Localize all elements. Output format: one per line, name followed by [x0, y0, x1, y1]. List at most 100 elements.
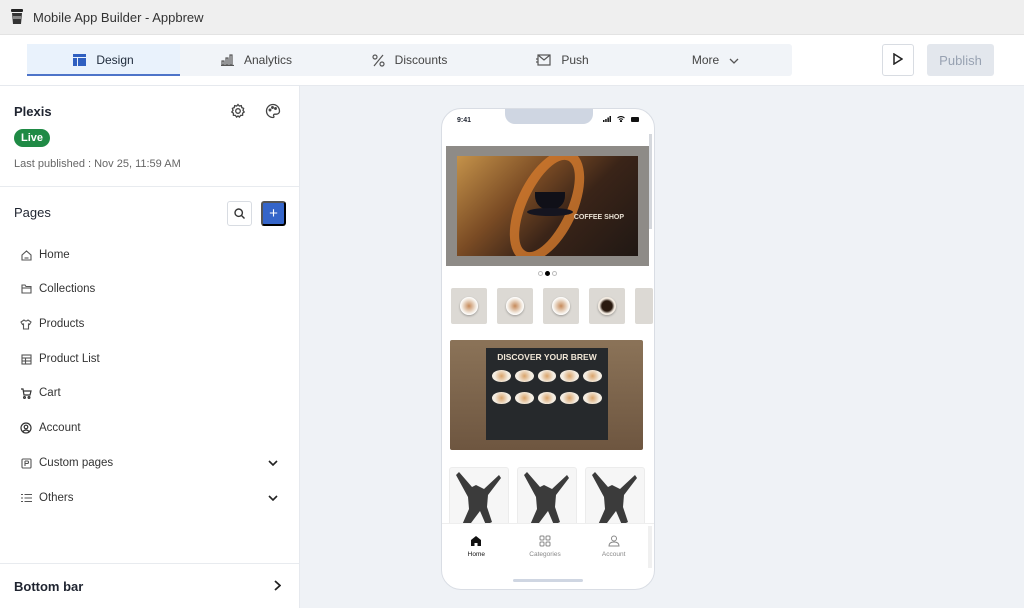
phone-preview: 9:41 COFFEE SHOP DISCOVER YOUR BREW Home… — [441, 108, 655, 590]
thumbnail[interactable] — [497, 288, 533, 324]
sidebar-item-cart[interactable]: Cart — [20, 383, 282, 403]
tab-label: Discounts — [394, 53, 448, 67]
table-icon — [20, 353, 32, 365]
hero-banner[interactable]: COFFEE SHOP — [446, 146, 649, 266]
chevron-down-icon[interactable] — [268, 457, 278, 469]
publish-button[interactable]: Publish — [927, 44, 994, 76]
window-title: Mobile App Builder - Appbrew — [33, 9, 204, 25]
product-grid — [449, 467, 645, 527]
thumbnail[interactable] — [543, 288, 579, 324]
chevron-down-icon[interactable] — [268, 492, 278, 504]
sidebar-item-products[interactable]: Products — [20, 314, 282, 334]
main-tabs: Design Analytics Discounts Push More — [27, 44, 792, 76]
promo-title: DISCOVER YOUR BREW — [497, 352, 597, 362]
cart-icon — [20, 387, 32, 399]
layout-icon — [73, 54, 87, 66]
store-info: Plexis Live Last published : Nov 25, 11:… — [0, 86, 299, 187]
tab-discounts[interactable]: Discounts — [333, 44, 486, 76]
phone-scrollbar[interactable] — [649, 134, 652, 229]
thumbnail[interactable] — [635, 288, 653, 324]
sidebar-item-collections[interactable]: Collections — [20, 279, 282, 299]
sidebar-item-label: Custom pages — [39, 457, 114, 469]
tab-design[interactable]: Design — [27, 44, 180, 76]
page-icon — [20, 457, 32, 469]
sidebar: Plexis Live Last published : Nov 25, 11:… — [0, 86, 300, 608]
tab-more[interactable]: More — [639, 44, 792, 76]
nav-home[interactable]: Home — [442, 524, 511, 568]
tab-label: Design — [96, 53, 134, 67]
signal-icon — [603, 116, 611, 122]
product-card[interactable] — [585, 467, 645, 527]
tab-label: More — [691, 53, 720, 67]
tab-label: Analytics — [243, 53, 293, 67]
search-icon — [234, 208, 245, 219]
preview-button[interactable] — [882, 44, 914, 76]
tab-label: Push — [561, 53, 589, 67]
sidebar-item-label: Others — [39, 492, 74, 504]
phone-notch — [505, 109, 593, 124]
pages-header: Pages + — [0, 187, 299, 241]
carousel-dots — [538, 271, 557, 276]
nav-label: Categories — [529, 550, 561, 558]
home-filled-icon — [471, 535, 482, 546]
sidebar-item-label: Product List — [39, 353, 100, 365]
shirt-icon — [20, 318, 32, 330]
product-card[interactable] — [449, 467, 509, 527]
chevron-right-icon — [274, 579, 282, 594]
app-bottom-nav: Home Categories Account — [442, 523, 654, 568]
product-card[interactable] — [517, 467, 577, 527]
sidebar-item-others[interactable]: Others — [20, 488, 282, 508]
wifi-icon — [617, 116, 625, 122]
folder-icon — [20, 284, 32, 294]
percent-icon — [372, 53, 385, 67]
theme-button[interactable] — [264, 102, 282, 120]
grid-icon — [539, 535, 551, 546]
nav-scrollbar[interactable] — [648, 526, 652, 568]
plus-icon: + — [269, 205, 278, 222]
tab-push[interactable]: Push — [486, 44, 639, 76]
home-indicator — [513, 579, 583, 582]
window-titlebar: Mobile App Builder - Appbrew — [0, 0, 1024, 35]
palette-icon — [265, 103, 281, 119]
settings-button[interactable] — [229, 102, 247, 120]
nav-categories[interactable]: Categories — [511, 524, 580, 568]
carousel-dot[interactable] — [538, 271, 543, 276]
sidebar-item-label: Products — [39, 318, 85, 330]
gear-icon — [230, 103, 246, 119]
saucer — [527, 208, 573, 216]
play-icon — [893, 52, 904, 68]
sidebar-item-home[interactable]: Home — [20, 245, 282, 265]
nav-account[interactable]: Account — [579, 524, 648, 568]
sidebar-item-custom-pages[interactable]: Custom pages — [20, 453, 282, 473]
sidebar-item-label: Collections — [39, 283, 96, 295]
bottom-bar-label: Bottom bar — [14, 578, 84, 594]
sidebar-item-label: Home — [39, 249, 70, 261]
status-icons — [603, 116, 640, 122]
home-icon — [20, 249, 32, 261]
add-page-button[interactable]: + — [261, 201, 286, 226]
bottom-bar-section[interactable]: Bottom bar — [0, 563, 299, 608]
sidebar-item-account[interactable]: Account — [20, 418, 282, 438]
user-circle-icon — [20, 422, 32, 434]
promo-cups — [492, 370, 602, 404]
status-badge: Live — [14, 129, 51, 147]
thumbnail[interactable] — [589, 288, 625, 324]
status-time: 9:41 — [457, 117, 472, 124]
top-navigation: Design Analytics Discounts Push More Pub… — [0, 35, 1024, 86]
chevron-down-icon — [729, 53, 739, 67]
banner-image: COFFEE SHOP — [457, 156, 638, 256]
user-icon — [608, 535, 620, 546]
battery-icon — [631, 116, 639, 122]
pages-title: Pages — [14, 205, 51, 220]
promo-banner[interactable]: DISCOVER YOUR BREW — [450, 340, 643, 450]
sidebar-item-product-list[interactable]: Product List — [20, 349, 282, 369]
sidebar-item-label: Cart — [39, 387, 61, 399]
search-pages-button[interactable] — [227, 201, 252, 226]
carousel-dot[interactable] — [552, 271, 557, 276]
carousel-dot-active[interactable] — [545, 271, 550, 276]
thumbnail[interactable] — [451, 288, 487, 324]
sidebar-item-label: Account — [39, 422, 81, 434]
category-thumbnails — [451, 288, 653, 324]
tab-analytics[interactable]: Analytics — [180, 44, 333, 76]
store-name: Plexis — [14, 104, 52, 119]
